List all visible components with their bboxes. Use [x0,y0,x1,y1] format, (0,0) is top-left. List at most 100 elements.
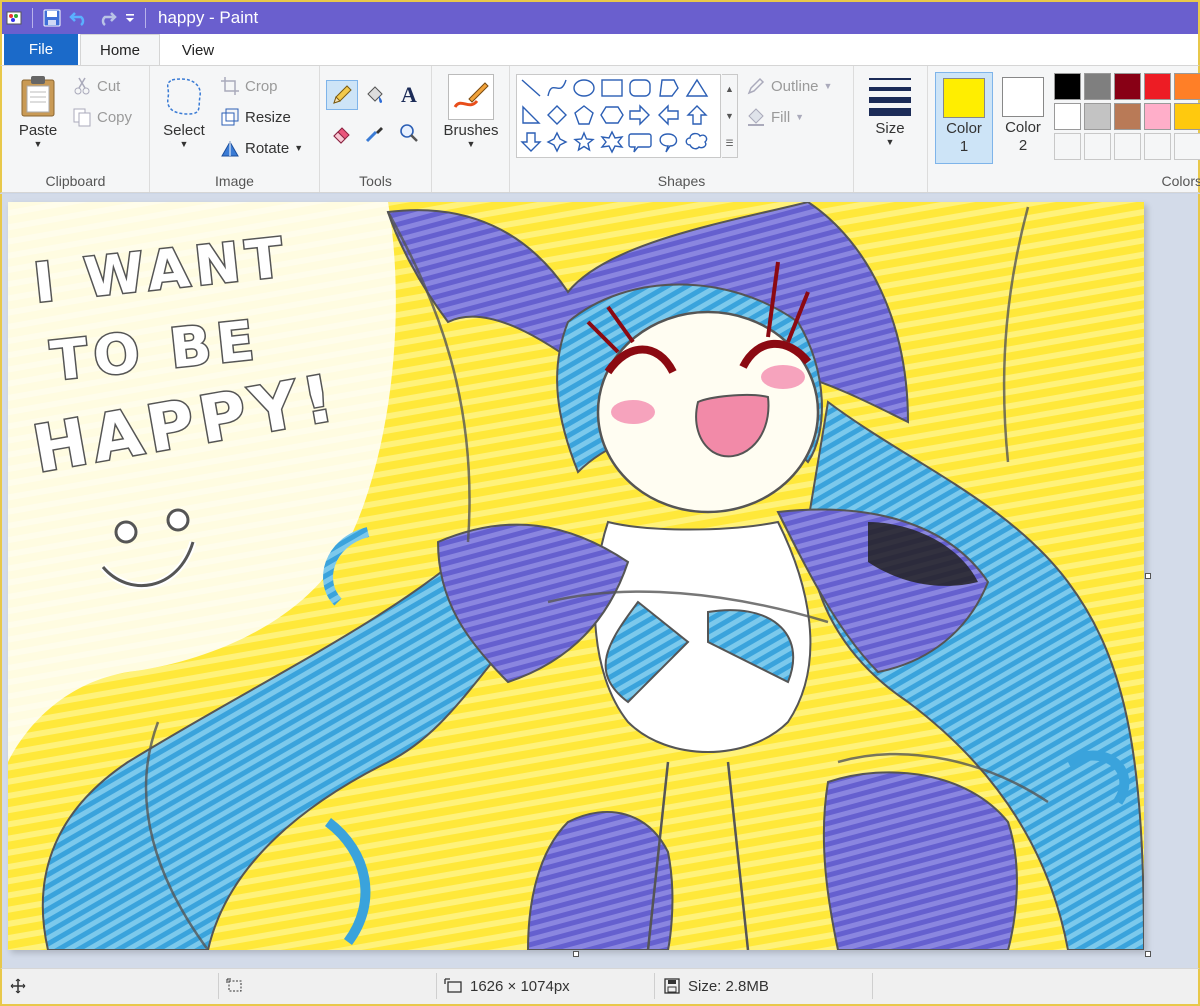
rotate-label: Rotate [245,139,290,157]
oval-callout-shape-icon[interactable] [659,133,678,153]
gallery-up-icon[interactable]: ▲ [725,84,734,94]
tab-view[interactable]: View [162,34,234,66]
right-triangle-shape-icon[interactable] [522,105,541,124]
size-caret-icon: ▼ [885,137,895,147]
rectangle-shape-icon[interactable] [601,79,623,97]
palette-empty-slot[interactable] [1054,133,1081,160]
drawing-canvas[interactable]: I WANT TO BE HAPPY! [8,202,1144,950]
clipboard-group-label: Clipboard [45,173,106,189]
palette-swatch[interactable] [1084,73,1111,100]
canvas-resize-handle-bottom[interactable] [573,951,579,957]
rotate-button[interactable]: Rotate ▼ [220,138,303,158]
paste-button[interactable]: Paste ▼ [12,74,64,149]
line-width-icon [867,74,913,118]
canvas-resize-handle-corner[interactable] [1145,951,1151,957]
ribbon: Paste ▼ Cut Copy Clipboard Select ▼ Crop… [0,65,1200,193]
palette-empty-slot[interactable] [1144,133,1171,160]
paste-label: Paste [18,122,58,139]
customize-icon[interactable] [121,3,139,33]
outline-label: Outline [771,77,819,95]
palette-empty-slot[interactable] [1114,133,1141,160]
color2-swatch [1002,77,1044,117]
rounded-rectangle-shape-icon[interactable] [629,79,651,97]
copy-label: Copy [97,108,133,126]
title-separator [32,8,33,28]
fill-button[interactable]: Fill ▼ [746,107,804,127]
oval-shape-icon[interactable] [573,79,595,97]
rotate-icon [220,138,240,158]
resize-button[interactable]: Resize [220,107,291,127]
palette-empty-slot[interactable] [1084,133,1111,160]
text-icon[interactable]: A [394,80,424,110]
color2-button[interactable]: Color 2 [994,72,1052,164]
palette-swatch[interactable] [1144,103,1171,130]
gallery-down-icon[interactable]: ▼ [725,111,734,121]
curve-shape-icon[interactable] [547,79,567,97]
shapes-group: ▲ ▼ ☰ Outline ▼ Fill ▼ Shapes [510,66,854,192]
size-button[interactable]: Size ▼ [862,74,918,147]
paint-app-icon[interactable] [4,3,26,33]
canvas-workspace[interactable]: I WANT TO BE HAPPY! [0,194,1200,968]
undo-icon[interactable] [65,3,93,33]
drawing-artwork: I WANT TO BE HAPPY! [8,202,1144,950]
shapes-gallery-scroll[interactable]: ▲ ▼ ☰ [722,74,738,158]
copy-button[interactable]: Copy [72,107,132,127]
crop-button[interactable]: Crop [220,76,278,96]
right-arrow-shape-icon[interactable] [629,104,650,126]
image-dimensions-icon [444,978,462,994]
outline-button[interactable]: Outline ▼ [746,76,832,96]
shapes-gallery [516,74,721,158]
up-arrow-shape-icon[interactable] [686,105,708,125]
redo-icon[interactable] [93,3,121,33]
window-title: happy - Paint [158,8,259,27]
magnifier-icon[interactable] [394,118,424,148]
line-shape-icon[interactable] [521,79,541,97]
palette-swatch[interactable] [1144,73,1171,100]
fill-label: Fill [771,108,791,126]
colors-group-label: Colors [1161,173,1200,189]
hexagon-shape-icon[interactable] [600,106,624,124]
six-point-star-shape-icon[interactable] [600,130,624,154]
resize-icon [220,107,240,127]
eraser-icon[interactable] [326,118,358,148]
canvas-resize-handle-right[interactable] [1145,573,1151,579]
palette-swatch[interactable] [1054,73,1081,100]
save-icon[interactable] [39,3,65,33]
brush-icon [448,74,494,120]
four-point-star-shape-icon[interactable] [546,131,568,153]
tab-home[interactable]: Home [80,34,160,66]
cut-button[interactable]: Cut [72,76,120,96]
diamond-shape-icon[interactable] [547,105,567,125]
palette-swatch[interactable] [1114,73,1141,100]
left-blush [611,400,655,424]
colors-group: Color 1 Color 2 Colors [928,66,1200,192]
triangle-shape-icon[interactable] [685,78,709,97]
palette-swatch[interactable] [1084,103,1111,130]
color2-number: 2 [1018,137,1028,154]
status-divider-4 [872,973,873,999]
color1-button[interactable]: Color 1 [935,72,993,164]
palette-swatch[interactable] [1174,73,1200,100]
select-button[interactable]: Select ▼ [158,74,210,149]
palette-swatch[interactable] [1114,103,1141,130]
brushes-caret-icon: ▼ [466,139,476,149]
left-arrow-shape-icon[interactable] [658,104,679,126]
fill-bucket-icon[interactable] [360,80,390,110]
brushes-button[interactable]: Brushes ▼ [438,74,504,149]
color2-label: Color [1005,119,1041,136]
pencil-icon[interactable] [326,80,358,110]
crop-icon [220,76,240,96]
image-group-label: Image [215,173,254,189]
cloud-callout-shape-icon[interactable] [685,132,708,150]
palette-swatch[interactable] [1174,103,1200,130]
gallery-expand-icon[interactable]: ☰ [725,138,733,149]
palette-empty-slot[interactable] [1174,133,1200,160]
color-picker-icon[interactable] [360,118,390,148]
five-point-star-shape-icon[interactable] [573,131,595,152]
polygon-shape-icon[interactable] [659,79,679,97]
palette-swatch[interactable] [1054,103,1081,130]
tab-file[interactable]: File [4,34,78,65]
rounded-callout-shape-icon[interactable] [628,133,652,153]
down-arrow-shape-icon[interactable] [520,132,542,152]
pentagon-shape-icon[interactable] [574,105,594,125]
